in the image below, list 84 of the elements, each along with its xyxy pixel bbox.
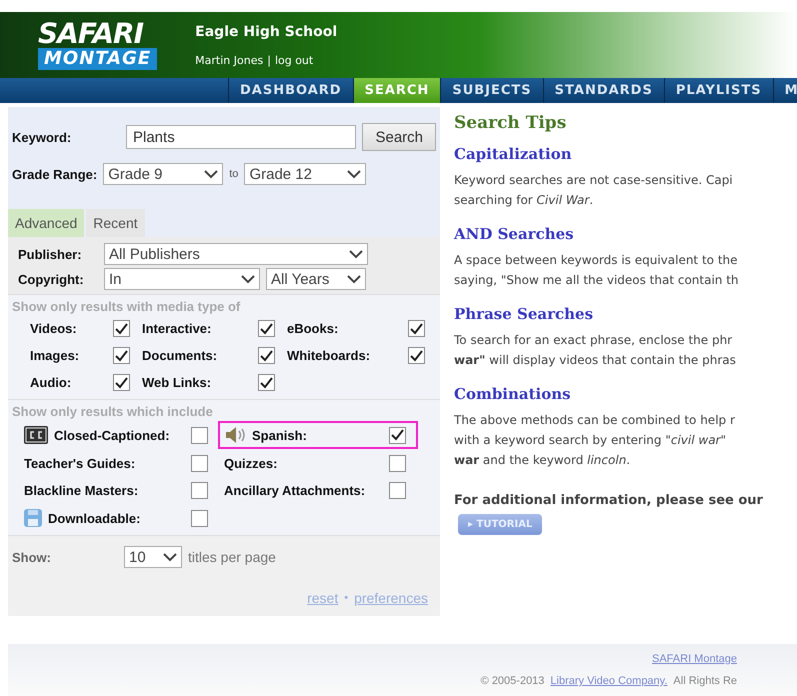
dropdown[interactable]: Grade 9: [103, 163, 224, 185]
dropdown[interactable]: All Publishers: [104, 243, 368, 265]
logo: SAFARI MONTAGE: [38, 20, 158, 70]
checkbox[interactable]: [408, 320, 425, 337]
tip-text: war" will display videos that contain the phras: [454, 353, 737, 367]
checkbox[interactable]: [258, 347, 275, 364]
media-type-label: Web Links:: [142, 375, 212, 390]
checkbox[interactable]: [258, 374, 275, 391]
tip-text: The above methods can be combined to help r: [454, 413, 736, 427]
include-label: Ancillary Attachments:: [224, 483, 366, 498]
checkbox[interactable]: [113, 347, 130, 364]
media-type-label: eBooks:: [287, 321, 338, 336]
to-label: to: [229, 168, 238, 180]
school-name: Eagle High School: [195, 24, 338, 40]
tip-text: searching for Civil War.: [454, 193, 594, 207]
tip-heading: Phrase Searches: [454, 305, 594, 323]
checkbox[interactable]: [389, 482, 406, 499]
tab[interactable]: Recent: [86, 209, 145, 237]
media-type-label: Videos:: [30, 321, 77, 336]
checkbox[interactable]: [408, 347, 425, 364]
section-heading: Show only results which include: [12, 404, 214, 419]
dropdown[interactable]: In: [104, 268, 260, 290]
checkbox[interactable]: [113, 374, 130, 391]
checkbox[interactable]: [191, 482, 208, 499]
rights-text: All Rights Re: [673, 675, 737, 687]
show-label: Show:: [12, 550, 52, 564]
include-label: Quizzes:: [224, 456, 278, 471]
publisher-label: Publisher:: [18, 246, 83, 262]
tip-text: To search for an exact phrase, enclose the phr: [454, 333, 734, 347]
tip-text: A space between keywords is equivalent to the: [454, 253, 739, 267]
closed-caption-icon: [24, 426, 48, 444]
section-heading: Show only results with media type of: [12, 299, 242, 314]
caret-icon: [347, 170, 362, 178]
checkbox[interactable]: [191, 455, 208, 472]
search-button[interactable]: Search: [362, 123, 436, 151]
copyright-text: © 2005-2013: [480, 675, 544, 687]
caret-icon: [204, 170, 218, 178]
dropdown[interactable]: All Years: [266, 268, 366, 290]
checkbox[interactable]: [258, 320, 275, 337]
copyright-label: Copyright:: [18, 272, 85, 286]
checkbox[interactable]: [113, 320, 130, 337]
media-type-label: Interactive:: [142, 321, 212, 336]
tips-title: Search Tips: [454, 113, 568, 133]
media-type-label: Whiteboards:: [287, 348, 370, 363]
include-label: Spanish:: [252, 428, 307, 442]
dropdown[interactable]: 10: [124, 546, 182, 568]
caret-icon: [163, 552, 177, 562]
caret-icon: [347, 274, 361, 284]
nav-tab[interactable]: M: [772, 78, 797, 103]
media-type-label: Audio:: [30, 375, 72, 390]
dropdown[interactable]: Grade 12: [244, 163, 366, 185]
tip-heading: AND Searches: [454, 225, 575, 243]
include-label: Teacher's Guides:: [24, 456, 136, 471]
media-type-label: Images:: [30, 348, 80, 363]
info-text: For additional information, please see our: [454, 493, 764, 508]
media-type-label: Documents:: [142, 348, 218, 363]
user-name: Martin Jones: [195, 54, 264, 66]
tip-text: saying, "Show me all the videos that contain th: [454, 273, 740, 287]
checkbox[interactable]: [191, 426, 208, 444]
nav-tab[interactable]: STANDARDS: [542, 78, 664, 103]
checkbox[interactable]: [191, 510, 208, 526]
nav-tab[interactable]: PLAYLISTS: [664, 78, 773, 103]
checkbox[interactable]: [389, 426, 406, 444]
logout-link[interactable]: log out: [274, 54, 314, 66]
tip-heading: Combinations: [454, 385, 572, 403]
nav-tab[interactable]: SUBJECTS: [440, 78, 543, 103]
tab[interactable]: Advanced: [8, 209, 84, 237]
grade-range-label: Grade Range:: [12, 166, 98, 182]
separator: |: [267, 54, 271, 66]
keyword-label: Keyword:: [12, 130, 72, 144]
tip-text: with a keyword search by entering "civil war": [454, 433, 728, 447]
tip-text: Keyword searches are not case-sensitive. Capi: [454, 173, 734, 187]
include-label: Closed-Captioned:: [54, 428, 170, 442]
bullet: •: [344, 592, 348, 604]
caret-icon: [349, 250, 363, 258]
per-page-label: titles per page: [188, 549, 276, 565]
speaker-icon: [224, 425, 246, 445]
keyword-field[interactable]: Plants: [126, 125, 356, 149]
caret-icon: [241, 274, 255, 284]
tip-text: war and the keyword lincoln.: [454, 453, 632, 467]
checkbox[interactable]: [389, 455, 406, 472]
include-label: Blackline Masters:: [24, 483, 138, 498]
include-label: Downloadable:: [48, 510, 140, 526]
tip-heading: Capitalization: [454, 145, 573, 163]
